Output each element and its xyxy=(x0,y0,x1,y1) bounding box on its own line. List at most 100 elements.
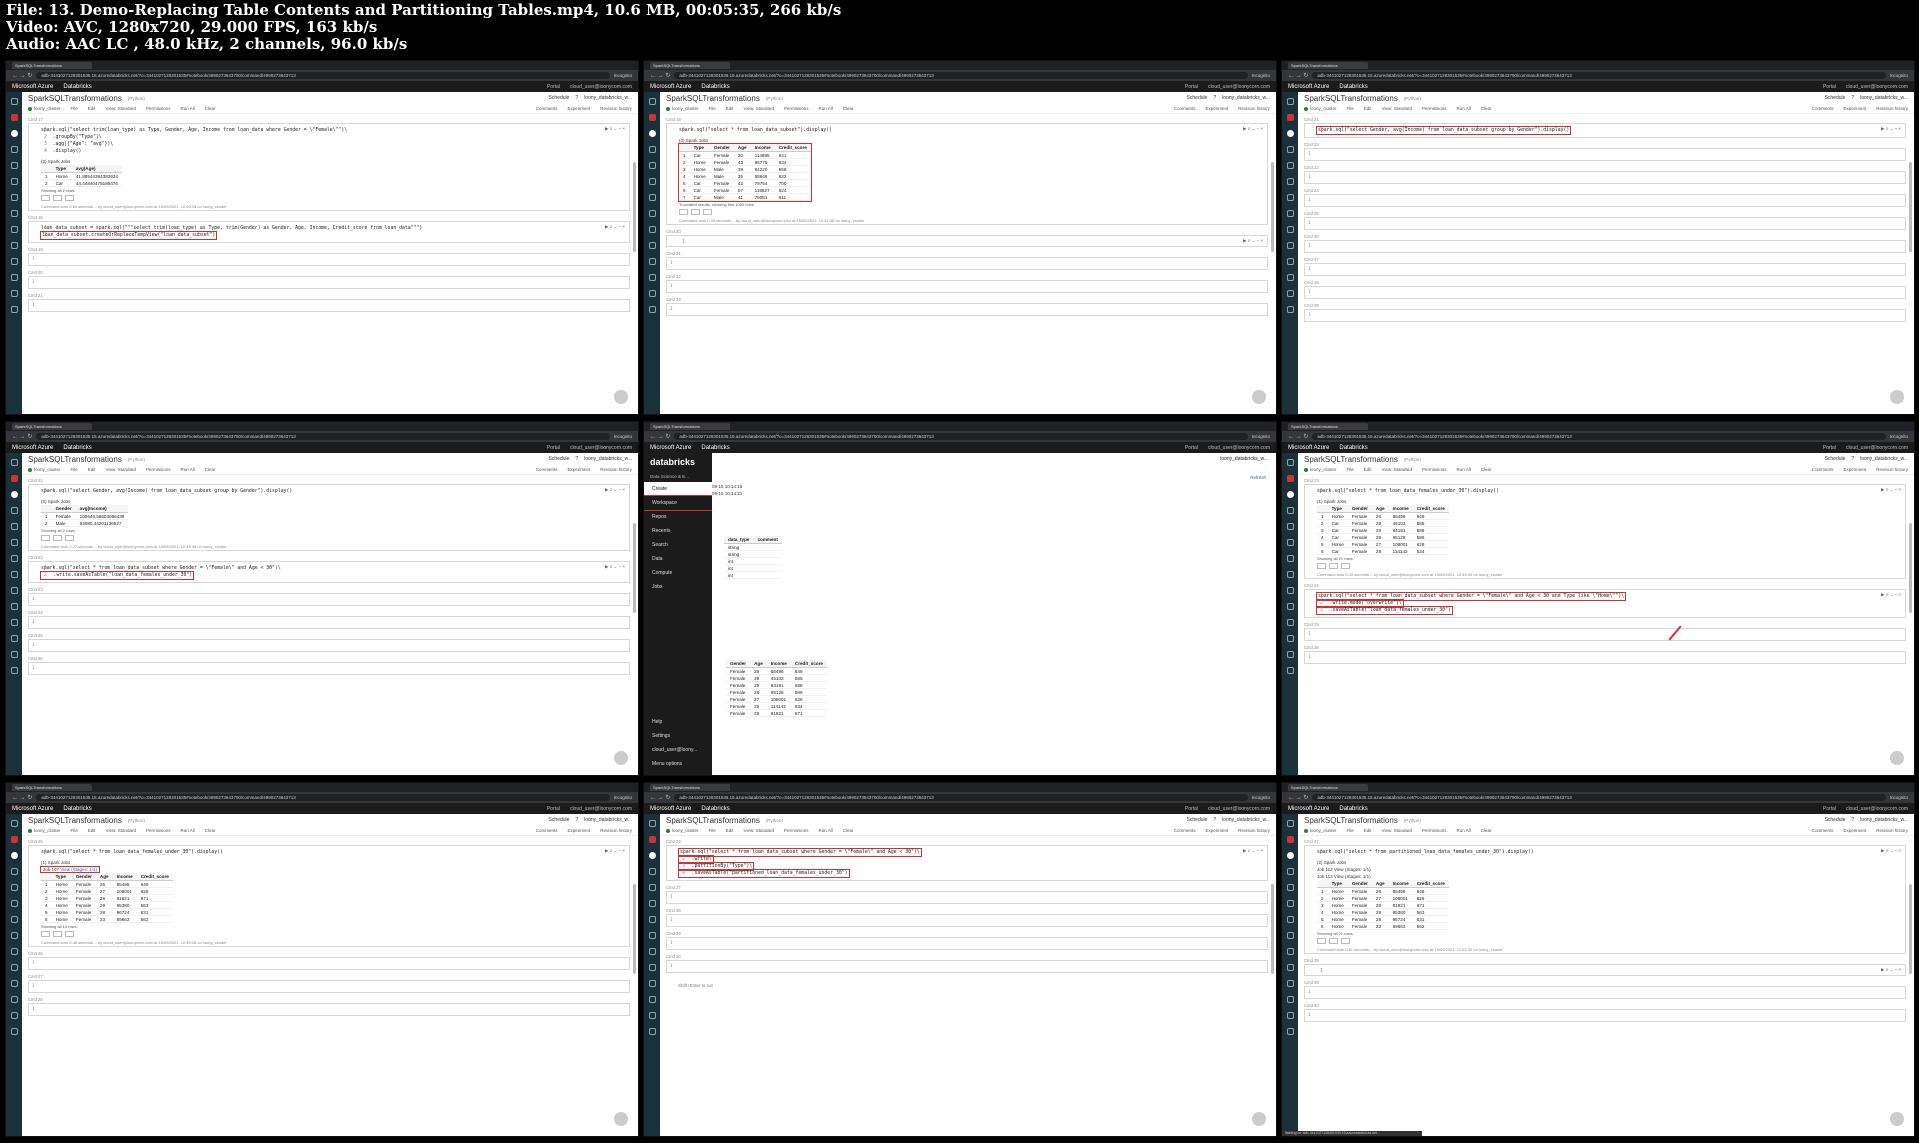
menu-icon[interactable] xyxy=(1286,306,1294,313)
code-editor[interactable]: 1 spark.sql("select trim(loan_type) as Ty… xyxy=(29,124,629,158)
schedule-button[interactable]: Schedule xyxy=(549,95,570,101)
menu-permissions[interactable]: Permissions xyxy=(146,467,171,472)
column-header[interactable]: Age xyxy=(95,873,113,881)
revision-button[interactable]: Revision history xyxy=(1876,828,1908,833)
feedback-icon[interactable] xyxy=(1252,1112,1266,1126)
databricks-link[interactable]: Databricks xyxy=(701,445,729,451)
column-header[interactable]: Gender xyxy=(726,660,751,668)
chart-icon[interactable] xyxy=(53,931,62,937)
comments-button[interactable]: Comments xyxy=(536,467,558,472)
notebook-title[interactable]: SparkSQLTransformations xyxy=(666,94,760,103)
help-icon[interactable] xyxy=(10,980,18,987)
notebook-title[interactable]: SparkSQLTransformations xyxy=(1304,94,1398,103)
url-input[interactable]: adb-3441027128301535.15.azuredatabricks.… xyxy=(1312,794,1886,801)
url-input[interactable]: adb-3441027128301535.15.azuredatabricks.… xyxy=(36,794,610,801)
data-icon[interactable] xyxy=(10,555,18,562)
notebook-cell[interactable]: 1 xyxy=(666,257,1268,270)
cell-actions[interactable]: ▶ ≡ ⌄ – × xyxy=(1881,126,1901,132)
menu-clear[interactable]: Clear xyxy=(205,467,216,472)
column-header[interactable]: Gender xyxy=(71,873,96,881)
models-icon[interactable] xyxy=(1286,242,1294,249)
menu-file[interactable]: File xyxy=(71,467,78,472)
recents-icon[interactable] xyxy=(10,523,18,530)
recents-icon[interactable] xyxy=(1286,162,1294,169)
azure-link[interactable]: Microsoft Azure xyxy=(12,806,53,812)
workspace-icon[interactable] xyxy=(10,114,18,121)
column-header[interactable]: Credit_score xyxy=(790,660,827,668)
column-header[interactable]: avg(Income) xyxy=(75,505,129,513)
user-menu[interactable]: loony_databricks_w... xyxy=(584,817,632,823)
notebook-cell[interactable]: 1 spark.sql("select * from partitioned_lo… xyxy=(1304,845,1906,954)
url-input[interactable]: adb-3441027128301535.15.azuredatabricks.… xyxy=(1312,433,1886,440)
data-science-icon[interactable] xyxy=(648,820,656,827)
schedule-button[interactable]: Schedule xyxy=(1187,817,1208,823)
models-icon[interactable] xyxy=(648,242,656,249)
recents-icon[interactable] xyxy=(648,162,656,169)
chart-icon[interactable] xyxy=(1329,563,1338,569)
experiment-button[interactable]: Experiment xyxy=(567,106,590,111)
jobs-icon[interactable] xyxy=(648,948,656,955)
url-input[interactable]: adb-3441027128301535.15.azuredatabricks.… xyxy=(1312,72,1886,79)
menu-permissions[interactable]: Permissions xyxy=(146,106,171,111)
create-icon[interactable] xyxy=(648,130,656,137)
create-icon[interactable] xyxy=(648,852,656,859)
sidebar-item-recents[interactable]: Recents xyxy=(644,524,712,538)
column-header[interactable]: data_type xyxy=(724,536,754,544)
jobs-icon[interactable] xyxy=(10,226,18,233)
menu-run-all[interactable]: Run All xyxy=(819,106,833,111)
notebook-cell[interactable]: 1 xyxy=(28,1003,630,1016)
help-icon[interactable] xyxy=(648,258,656,265)
create-icon[interactable] xyxy=(10,491,18,498)
data-science-icon[interactable] xyxy=(1286,459,1294,466)
cluster-selector[interactable]: loony_cluster xyxy=(28,828,61,833)
job-row[interactable]: Job 107 View (Stages: 1/1) xyxy=(29,866,629,873)
models-icon[interactable] xyxy=(648,964,656,971)
experiment-button[interactable]: Experiment xyxy=(567,467,590,472)
job-row[interactable]: Job 112 View (Stages: 1/1) xyxy=(1305,866,1905,873)
chart-icon[interactable] xyxy=(691,209,700,215)
jobs-icon[interactable] xyxy=(1286,587,1294,594)
cell-actions[interactable]: ▶ ≡ ⌄ – × xyxy=(1243,848,1263,854)
settings-icon[interactable] xyxy=(1286,635,1294,642)
jobs-icon[interactable] xyxy=(10,948,18,955)
cluster-selector[interactable]: loony_cluster xyxy=(1304,106,1337,111)
notebook-cell[interactable]: 1 spark.sql("select * from loan_data_subs… xyxy=(666,845,1268,881)
databricks-link[interactable]: Databricks xyxy=(63,806,91,812)
menu-edit[interactable]: Edit xyxy=(88,106,96,111)
settings-icon[interactable] xyxy=(648,996,656,1003)
revision-button[interactable]: Revision history xyxy=(1876,467,1908,472)
recents-icon[interactable] xyxy=(1286,523,1294,530)
databricks-link[interactable]: Databricks xyxy=(701,806,729,812)
browser-tab[interactable]: SparkSQLTransformations xyxy=(1288,423,1368,430)
column-header[interactable]: Income xyxy=(1388,505,1413,513)
azure-link[interactable]: Microsoft Azure xyxy=(650,806,691,812)
workspace-icon[interactable] xyxy=(1286,836,1294,843)
menu-icon[interactable] xyxy=(1286,1028,1294,1035)
azure-link[interactable]: Microsoft Azure xyxy=(1288,806,1329,812)
notebook-cell[interactable]: 1 loan_data_subset = spark.sql("""select … xyxy=(28,221,630,243)
menu-permissions[interactable]: Permissions xyxy=(1422,106,1447,111)
code-editor[interactable]: 1 xyxy=(1305,965,1905,974)
schedule-button[interactable]: Schedule xyxy=(549,817,570,823)
scrollbar[interactable] xyxy=(1271,162,1274,252)
user-menu[interactable]: loony_databricks_w... xyxy=(1222,817,1270,823)
user-menu[interactable]: loony_databricks_w... xyxy=(1220,456,1268,462)
help-button[interactable]: ? xyxy=(575,456,578,462)
scrollbar[interactable] xyxy=(633,162,636,252)
scrollbar[interactable] xyxy=(1909,523,1912,613)
help-button[interactable]: ? xyxy=(575,95,578,101)
help-icon[interactable] xyxy=(648,980,656,987)
url-input[interactable]: adb-3441027128301535.15.azuredatabricks.… xyxy=(36,433,610,440)
jobs-icon[interactable] xyxy=(10,587,18,594)
data-icon[interactable] xyxy=(1286,555,1294,562)
column-header[interactable] xyxy=(41,873,52,881)
notebook-title[interactable]: SparkSQLTransformations xyxy=(666,816,760,825)
menu-icon[interactable] xyxy=(648,306,656,313)
cell-actions[interactable]: ▶ ≡ ⌄ – × xyxy=(605,848,625,854)
chart-icon[interactable] xyxy=(53,535,62,541)
models-icon[interactable] xyxy=(1286,603,1294,610)
workspace-icon[interactable] xyxy=(10,475,18,482)
notebook-cell[interactable]: 1 xyxy=(28,980,630,993)
experiment-button[interactable]: Experiment xyxy=(1843,467,1866,472)
code-editor[interactable]: 1 xyxy=(667,236,1267,245)
